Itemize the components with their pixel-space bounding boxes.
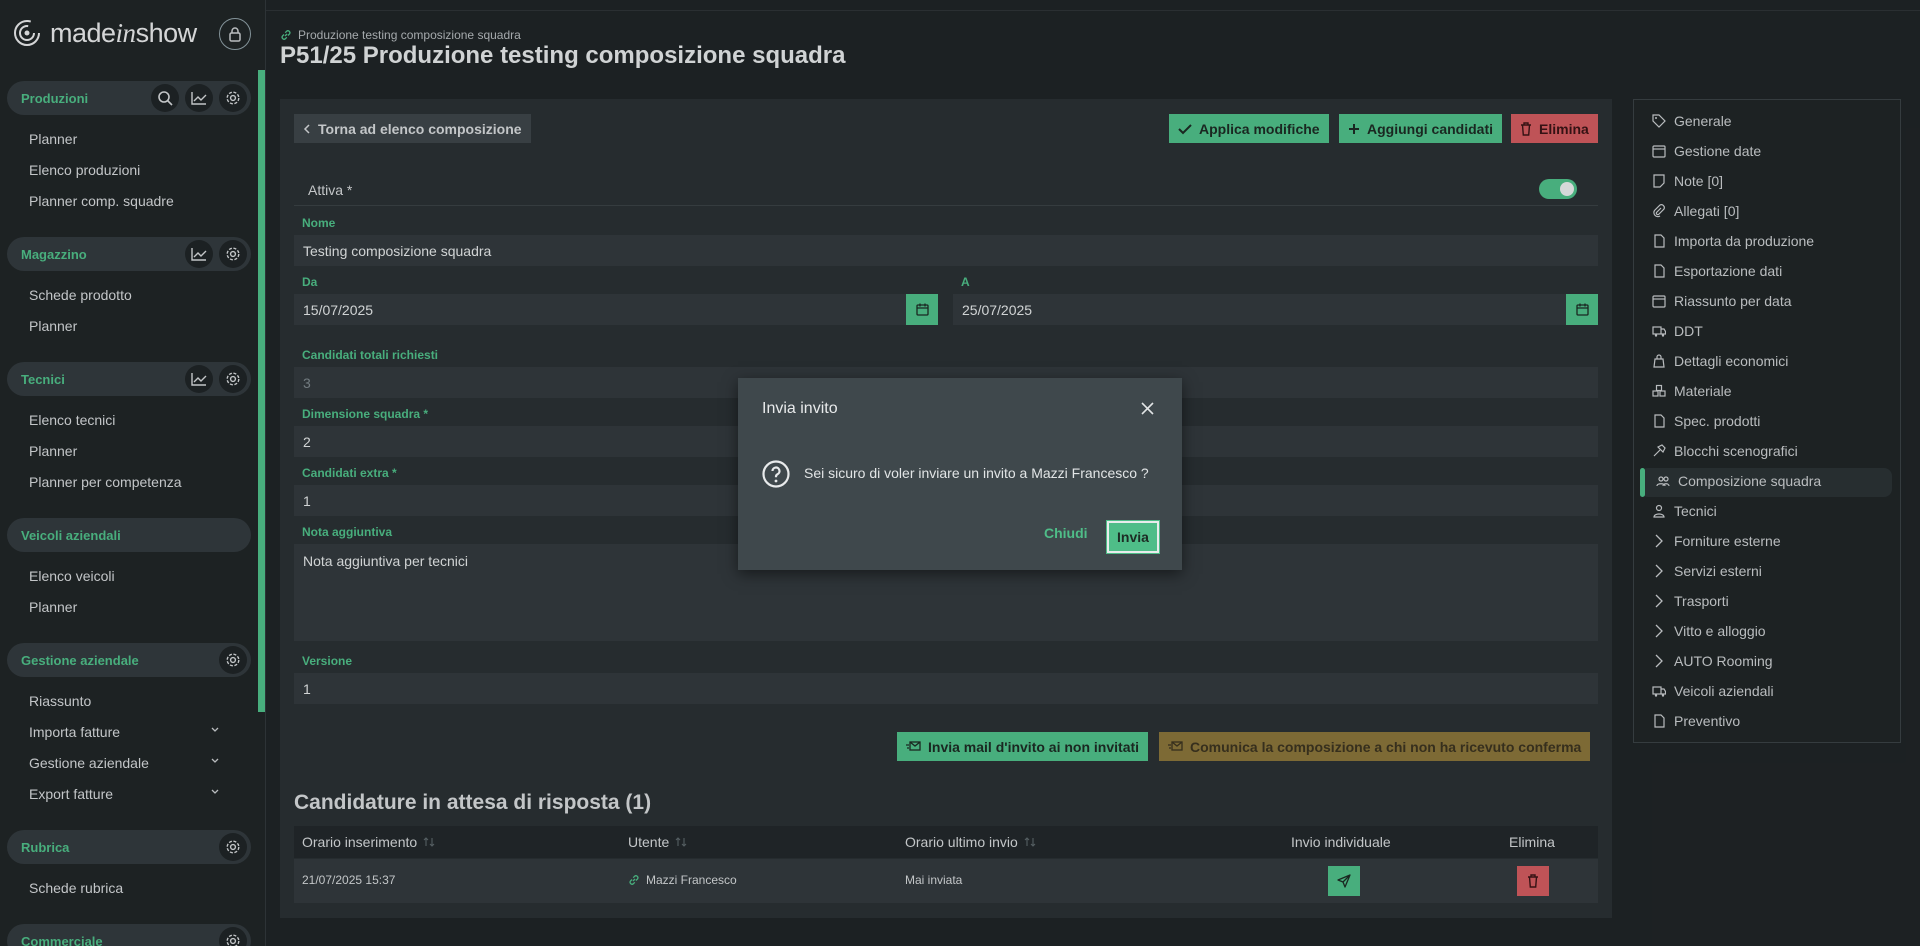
close-button[interactable] (1141, 402, 1154, 415)
invia-button[interactable]: Invia (1106, 520, 1160, 554)
question-icon (762, 460, 790, 488)
invia-invito-modal: Invia invito Sei sicuro di voler inviare… (738, 378, 1182, 570)
chiudi-button[interactable]: Chiudi (1044, 525, 1088, 541)
close-icon (1141, 402, 1154, 415)
modal-title: Invia invito (762, 400, 838, 417)
modal-message: Sei sicuro di voler inviare un invito a … (804, 465, 1149, 481)
